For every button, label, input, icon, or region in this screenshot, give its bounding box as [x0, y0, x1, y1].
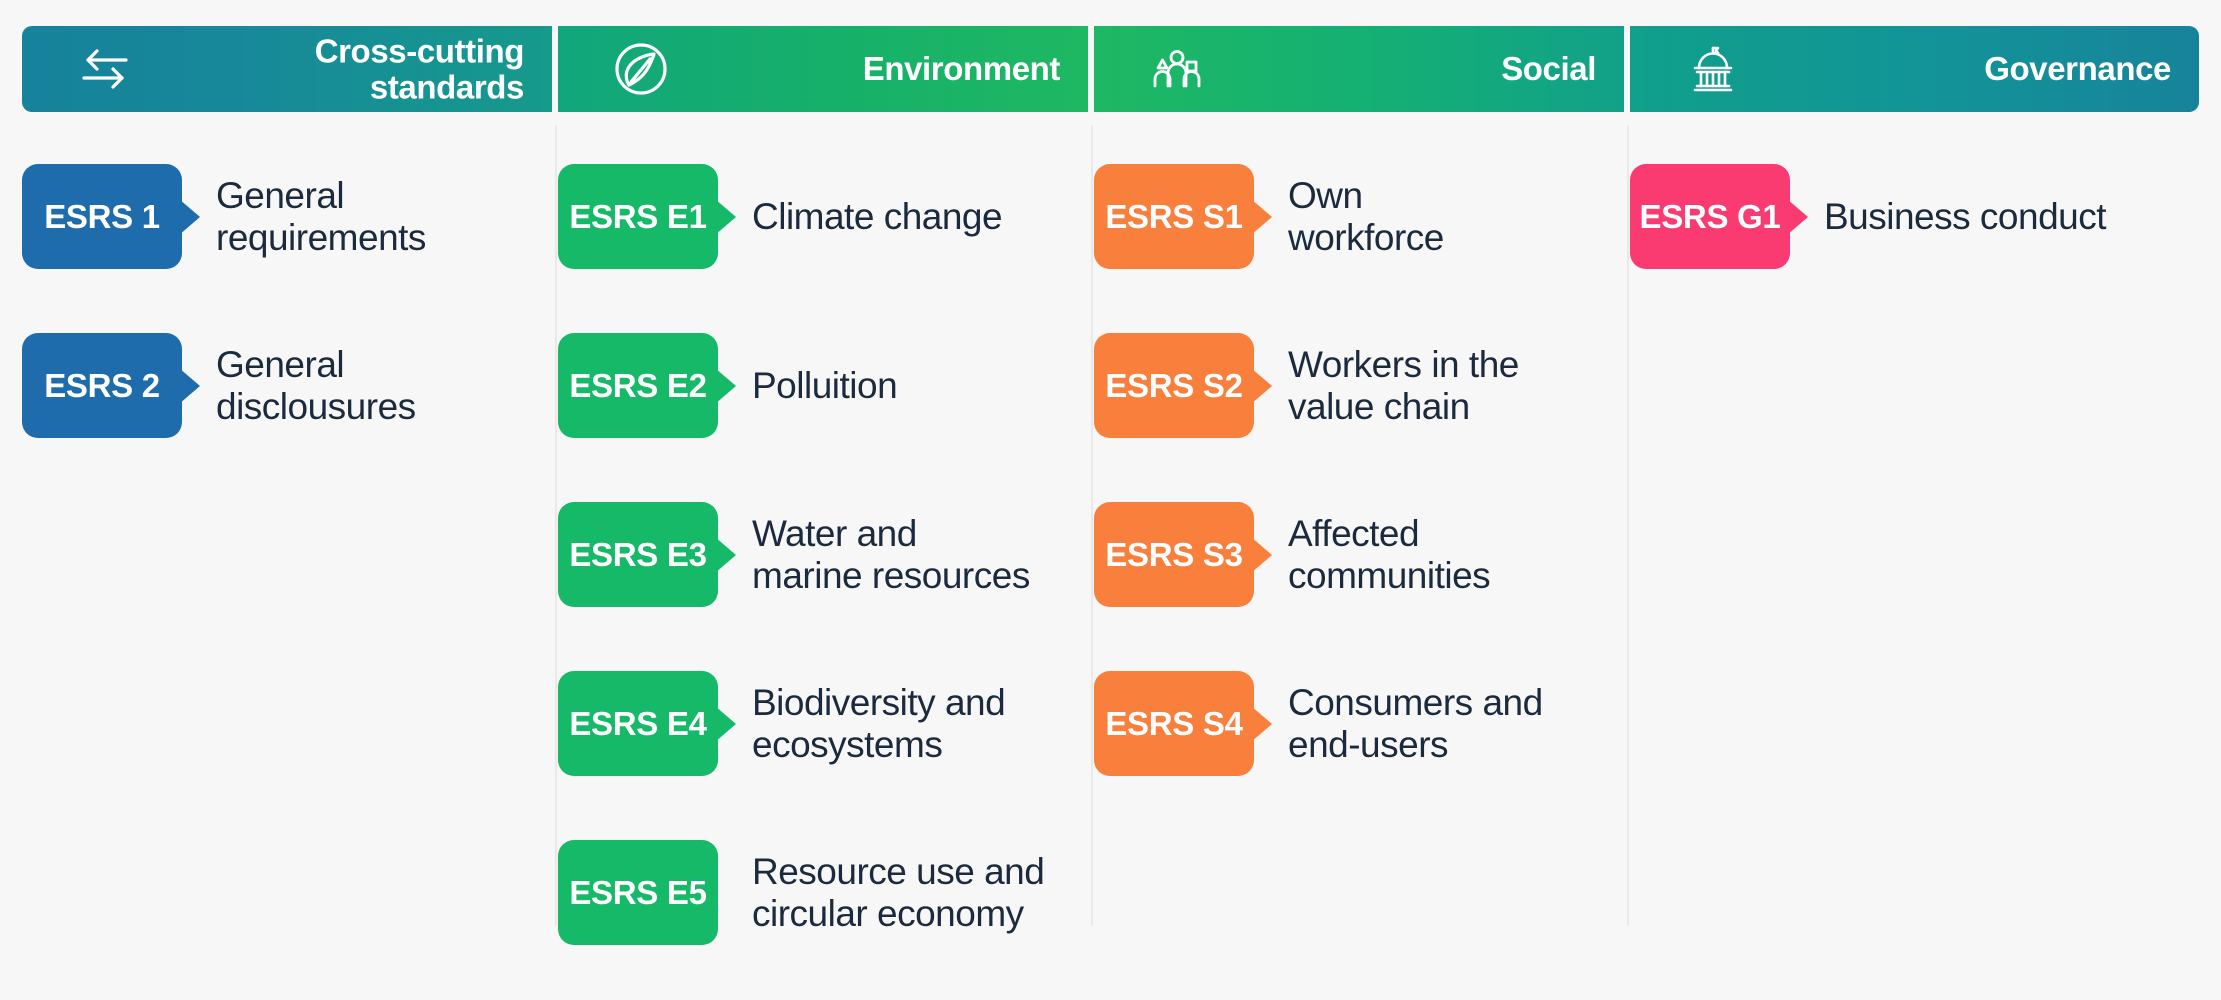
standard-badge[interactable]: ESRS 1 — [22, 164, 182, 269]
badge-pointer-icon — [1244, 699, 1272, 748]
badge-pointer-icon — [1244, 530, 1272, 579]
standard-badge[interactable]: ESRS S3 — [1094, 502, 1254, 607]
three-people-icon — [1146, 38, 1208, 100]
standard-row[interactable]: ESRS 2 General disclousures — [22, 301, 552, 470]
standard-row[interactable]: ESRS E2 Polluition — [558, 301, 1088, 470]
standard-label: Own workforce — [1288, 175, 1444, 258]
header-title-governance: Governance — [1984, 50, 2171, 88]
badge-pointer-icon — [708, 530, 736, 579]
standard-label: Consumers and end-users — [1288, 682, 1543, 765]
standard-label: Resource use and circular economy — [752, 851, 1045, 934]
header-title-social: Social — [1501, 50, 1596, 88]
esrs-standards-diagram: Cross-cutting standards Environment Soci… — [0, 0, 2221, 1000]
standard-label: Affected communities — [1288, 513, 1491, 596]
badge-wrapper: ESRS E2 — [558, 333, 736, 438]
badge-pointer-icon — [172, 192, 200, 241]
standard-label: General requirements — [216, 175, 426, 258]
column-environment: ESRS E1 Climate change ESRS E2 Polluitio… — [555, 112, 1088, 957]
leaf-in-circle-icon — [610, 38, 672, 100]
header-governance: Governance — [1630, 26, 2199, 112]
standard-row[interactable]: ESRS S4 Consumers and end-users — [1094, 639, 1624, 808]
badge-wrapper: ESRS E1 — [558, 164, 736, 269]
badge-pointer-icon — [1244, 192, 1272, 241]
bidirectional-arrows-icon — [74, 38, 136, 100]
standard-label: General disclousures — [216, 344, 416, 427]
standard-label: Climate change — [752, 195, 1003, 237]
standard-label: Business conduct — [1824, 195, 2107, 237]
standard-badge[interactable]: ESRS E5 — [558, 840, 718, 945]
badge-wrapper: ESRS E5 — [558, 840, 730, 945]
standard-label: Workers in the value chain — [1288, 344, 1519, 427]
column-governance: ESRS G1 Business conduct — [1627, 112, 2199, 957]
category-header-bar: Cross-cutting standards Environment Soci… — [22, 26, 2199, 112]
badge-wrapper: ESRS 2 — [22, 333, 200, 438]
badge-pointer-icon — [1780, 192, 1808, 241]
standard-badge[interactable]: ESRS E2 — [558, 333, 718, 438]
standard-badge[interactable]: ESRS E4 — [558, 671, 718, 776]
badge-pointer-icon — [1244, 361, 1272, 410]
standard-badge[interactable]: ESRS G1 — [1630, 164, 1790, 269]
standard-label: Biodiversity and ecosystems — [752, 682, 1006, 765]
standard-row[interactable]: ESRS E1 Climate change — [558, 132, 1088, 301]
standard-row[interactable]: ESRS E5 Resource use and circular econom… — [558, 808, 1088, 977]
standard-row[interactable]: ESRS S1 Own workforce — [1094, 132, 1624, 301]
column-cross-cutting: ESRS 1 General requirements ESRS 2 Gener… — [22, 112, 552, 957]
standard-badge[interactable]: ESRS S2 — [1094, 333, 1254, 438]
government-building-icon — [1682, 38, 1744, 100]
standard-label: Water and marine resources — [752, 513, 1030, 596]
standard-row[interactable]: ESRS E4 Biodiversity and ecosystems — [558, 639, 1088, 808]
standard-badge[interactable]: ESRS 2 — [22, 333, 182, 438]
badge-pointer-icon — [708, 192, 736, 241]
standard-row[interactable]: ESRS S2 Workers in the value chain — [1094, 301, 1624, 470]
standard-row[interactable]: ESRS S3 Affected communities — [1094, 470, 1624, 639]
standard-label: Polluition — [752, 364, 898, 406]
badge-wrapper: ESRS 1 — [22, 164, 200, 269]
header-social: Social — [1094, 26, 1624, 112]
badge-pointer-icon — [172, 361, 200, 410]
badge-wrapper: ESRS S1 — [1094, 164, 1272, 269]
badge-pointer-icon — [708, 361, 736, 410]
standard-row[interactable]: ESRS E3 Water and marine resources — [558, 470, 1088, 639]
header-cross-cutting: Cross-cutting standards — [22, 26, 552, 112]
header-title-cross-cutting: Cross-cutting standards — [314, 32, 525, 105]
standard-badge[interactable]: ESRS E3 — [558, 502, 718, 607]
standard-row[interactable]: ESRS 1 General requirements — [22, 132, 552, 301]
badge-wrapper: ESRS S4 — [1094, 671, 1272, 776]
column-social: ESRS S1 Own workforce ESRS S2 Workers in… — [1091, 112, 1624, 957]
standard-row[interactable]: ESRS G1 Business conduct — [1630, 132, 2199, 301]
badge-wrapper: ESRS S3 — [1094, 502, 1272, 607]
header-title-environment: Environment — [862, 50, 1061, 88]
standard-badge[interactable]: ESRS S4 — [1094, 671, 1254, 776]
badge-wrapper: ESRS E3 — [558, 502, 736, 607]
badge-pointer-icon — [708, 699, 736, 748]
badge-wrapper: ESRS S2 — [1094, 333, 1272, 438]
standards-columns: ESRS 1 General requirements ESRS 2 Gener… — [22, 112, 2199, 957]
badge-wrapper: ESRS G1 — [1630, 164, 1808, 269]
header-environment: Environment — [558, 26, 1088, 112]
standard-badge[interactable]: ESRS S1 — [1094, 164, 1254, 269]
standard-badge[interactable]: ESRS E1 — [558, 164, 718, 269]
badge-wrapper: ESRS E4 — [558, 671, 736, 776]
